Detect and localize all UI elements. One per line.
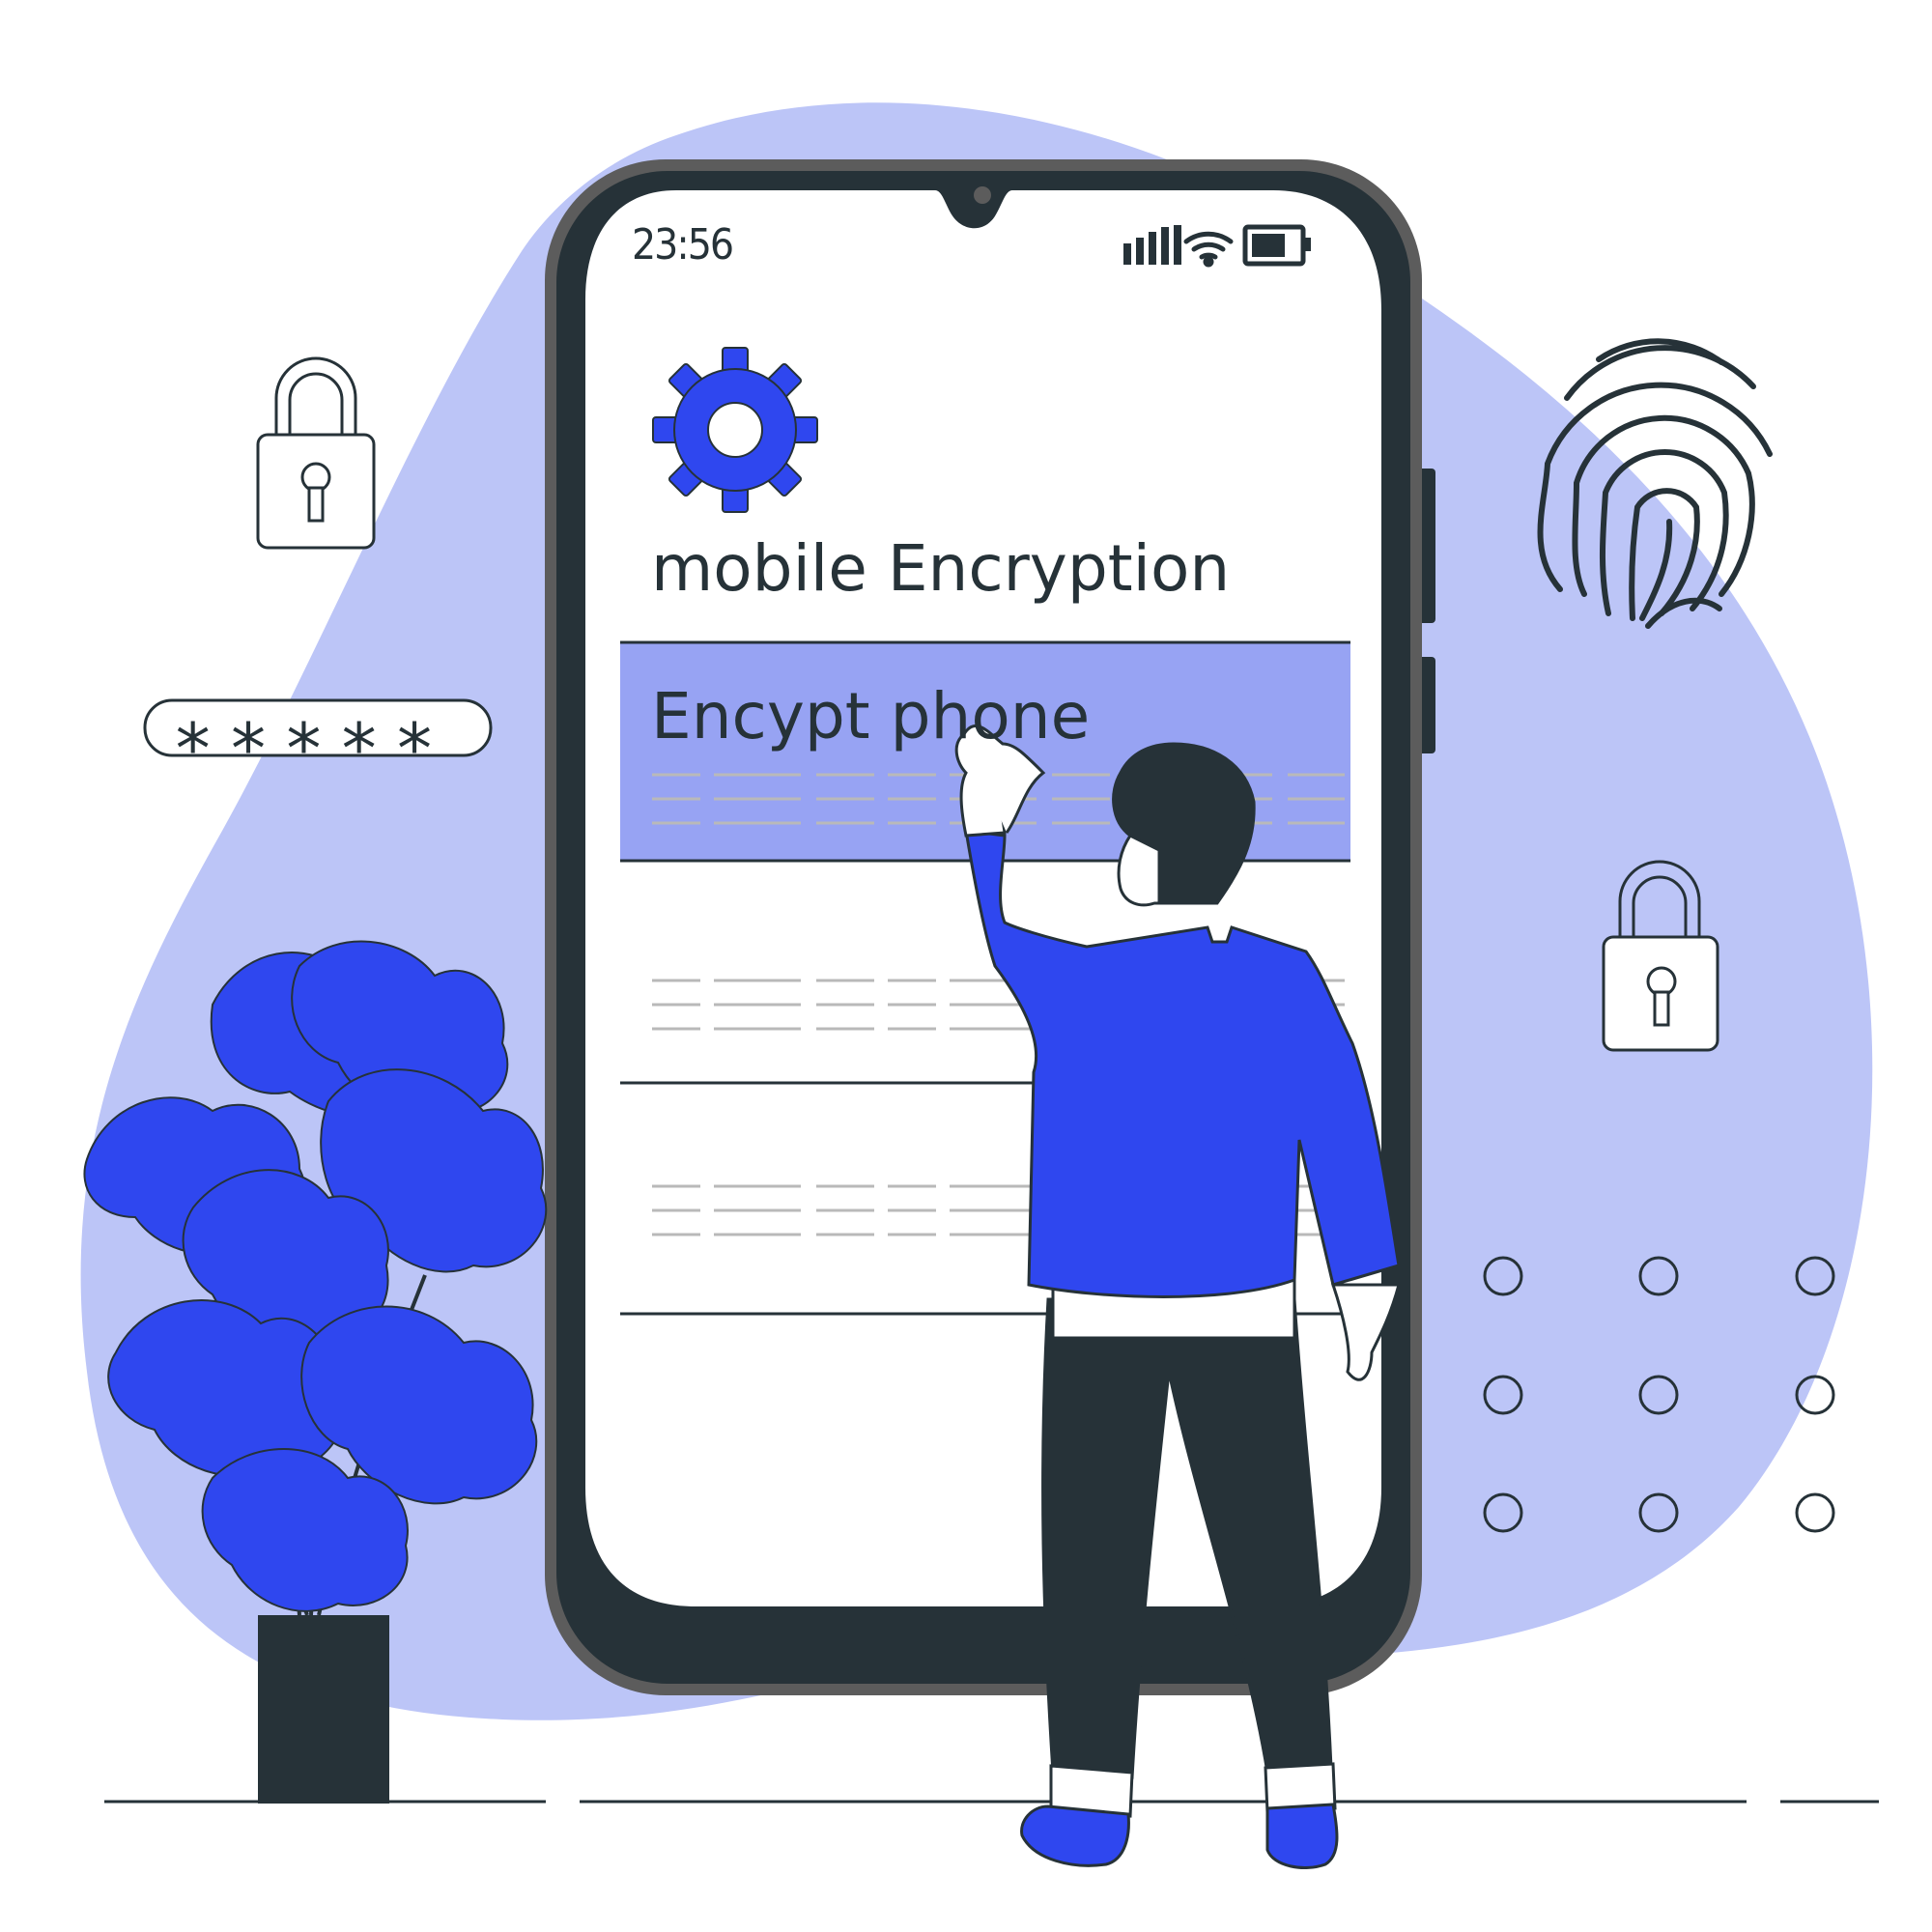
menu-item-label[interactable]: Encypt phone [651, 679, 1090, 753]
password-mask: ***** [172, 708, 449, 789]
padlock-icon [256, 356, 376, 550]
gear-icon [652, 347, 818, 513]
status-time: 23:56 [632, 220, 734, 270]
plant-pot [258, 1615, 389, 1804]
password-field: ***** [143, 698, 493, 789]
app-title: mobile Encryption [651, 531, 1231, 606]
front-camera [974, 186, 991, 204]
